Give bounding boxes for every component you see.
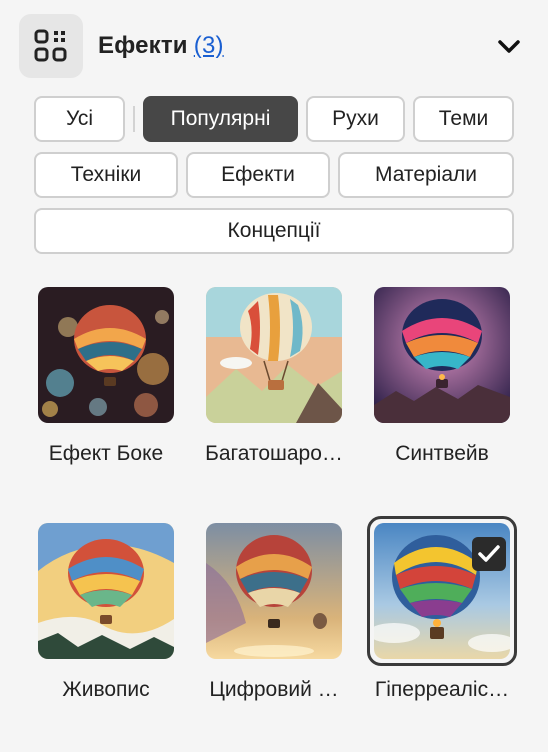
style-tile-painting[interactable]: Живопис (38, 523, 188, 713)
filter-chip-techniques[interactable]: Техніки (34, 152, 178, 198)
filter-chip-effects[interactable]: Ефекти (186, 152, 330, 198)
style-tile-synthwave[interactable]: Синтвейв (374, 287, 524, 477)
panel-header: Ефекти (3) (0, 0, 548, 96)
checkmark-icon (472, 537, 506, 571)
style-label: Гіперреаліс… (374, 678, 510, 701)
style-tile-layered-paper[interactable]: Багатошаро… (205, 287, 356, 477)
filter-chip-concepts[interactable]: Концепції (34, 208, 514, 254)
bokeh-balloon-thumbnail (38, 287, 174, 423)
filter-chip-materials[interactable]: Матеріали (338, 152, 514, 198)
panel-title: Ефекти (3) (98, 32, 224, 60)
style-label: Ефект Боке (48, 442, 164, 465)
style-label: Живопис (62, 678, 150, 701)
style-label: Багатошаро… (205, 442, 343, 465)
filter-chip-popular[interactable]: Популярні (143, 96, 298, 142)
panel-title-text: Ефекти (98, 32, 188, 59)
effects-grid-icon (19, 14, 83, 78)
selected-count-link[interactable]: (3) (194, 32, 224, 59)
layered-paper-balloon-thumbnail (206, 287, 342, 423)
filter-chip-themes[interactable]: Теми (413, 96, 514, 142)
style-tile-bokeh[interactable]: Ефект Боке (38, 287, 188, 477)
style-label: Цифровий … (209, 678, 339, 701)
style-tile-hyperrealism[interactable]: Гіперреаліс… (367, 516, 524, 713)
filter-chip-movements[interactable]: Рухи (306, 96, 405, 142)
chip-divider (133, 106, 135, 132)
style-tile-digital[interactable]: Цифровий … (206, 523, 356, 713)
digital-art-balloon-thumbnail (206, 523, 342, 659)
chevron-down-icon[interactable] (496, 36, 522, 58)
painting-balloon-thumbnail (38, 523, 174, 659)
filter-chip-all[interactable]: Усі (34, 96, 125, 142)
synthwave-balloon-thumbnail (374, 287, 510, 423)
style-label: Синтвейв (395, 442, 489, 465)
